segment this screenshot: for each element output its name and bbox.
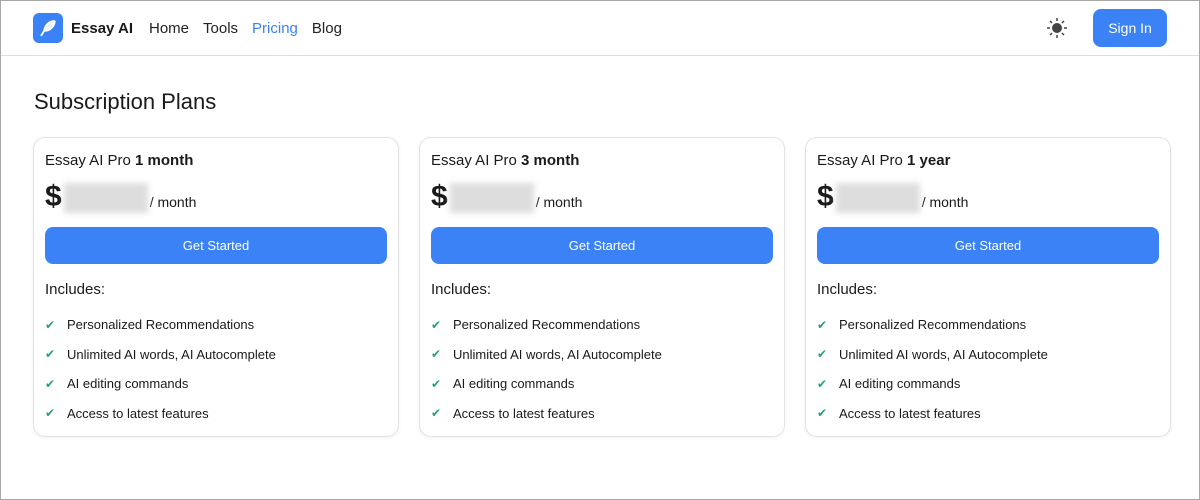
check-icon: ✔	[45, 347, 56, 362]
feature-item: ✔ Personalized Recommendations	[45, 310, 387, 340]
feature-text: Personalized Recommendations	[453, 317, 641, 333]
check-icon: ✔	[431, 406, 442, 421]
feature-item: ✔ Personalized Recommendations	[817, 310, 1159, 340]
nav-home[interactable]: Home	[149, 20, 189, 37]
feature-text: Unlimited AI words, AI Autocomplete	[453, 346, 662, 362]
includes-label: Includes:	[817, 281, 878, 298]
feature-list: ✔ Personalized Recommendations ✔ Unlimited …	[817, 310, 1159, 428]
feature-text: Access to latest features	[67, 405, 209, 421]
plan-prefix: Essay AI Pro	[45, 152, 131, 169]
plan-title: Essay AI Pro 1 month	[45, 152, 387, 169]
plan-prefix: Essay AI Pro	[817, 152, 903, 169]
plan-price: $ / month	[45, 179, 387, 213]
feature-text: AI editing commands	[67, 376, 189, 392]
blurred-price-value	[835, 183, 920, 213]
nav-blog[interactable]: Blog	[312, 20, 342, 37]
feature-item: ✔ AI editing commands	[817, 369, 1159, 399]
check-icon: ✔	[45, 317, 56, 332]
feature-text: Personalized Recommendations	[839, 317, 1027, 333]
check-icon: ✔	[817, 376, 828, 391]
check-icon: ✔	[817, 406, 828, 421]
check-icon: ✔	[817, 347, 828, 362]
plan-card: Essay AI Pro 1 month $ / month Get Starte…	[33, 137, 399, 437]
plan-card: Essay AI Pro 3 month $ / month Get Starte…	[419, 137, 785, 437]
blurred-price-value	[449, 183, 534, 213]
check-icon: ✔	[431, 347, 442, 362]
price-period: / month	[149, 194, 197, 210]
feature-text: Access to latest features	[453, 405, 595, 421]
page-title: Subscription Plans	[34, 89, 217, 114]
feature-item: ✔ Access to latest features	[817, 399, 1159, 429]
feature-item: ✔ Unlimited AI words, AI Autocomplete	[45, 340, 387, 370]
get-started-button[interactable]: Get Started	[431, 227, 773, 264]
feature-item: ✔ Unlimited AI words, AI Autocomplete	[431, 340, 773, 370]
feature-item: ✔ Access to latest features	[431, 399, 773, 429]
plan-term: 1 month	[135, 152, 194, 169]
sign-in-button[interactable]: Sign In	[1093, 9, 1167, 47]
feature-list: ✔ Personalized Recommendations ✔ Unlimited …	[45, 310, 387, 428]
includes-label: Includes:	[431, 281, 492, 298]
brand-name[interactable]: Essay AI	[71, 20, 133, 37]
plan-term: 1 year	[907, 152, 951, 169]
plan-title: Essay AI Pro 1 year	[817, 152, 1159, 169]
currency-symbol: $	[45, 180, 62, 213]
feature-list: ✔ Personalized Recommendations ✔ Unlimited …	[431, 310, 773, 428]
feature-text: AI editing commands	[453, 376, 575, 392]
get-started-button[interactable]: Get Started	[817, 227, 1159, 264]
feature-item: ✔ AI editing commands	[45, 369, 387, 399]
feature-text: Unlimited AI words, AI Autocomplete	[839, 346, 1048, 362]
nav-pricing[interactable]: Pricing	[252, 20, 298, 37]
check-icon: ✔	[431, 376, 442, 391]
plan-price: $ / month	[431, 179, 773, 213]
currency-symbol: $	[431, 180, 448, 213]
top-nav: Essay AI Home Tools Pricing Blog Sign In	[1, 1, 1199, 56]
check-icon: ✔	[45, 376, 56, 391]
blurred-price-value	[63, 183, 148, 213]
currency-symbol: $	[817, 180, 834, 213]
plan-card: Essay AI Pro 1 year $ / month Get Started…	[805, 137, 1171, 437]
plan-title: Essay AI Pro 3 month	[431, 152, 773, 169]
feature-item: ✔ Access to latest features	[45, 399, 387, 429]
nav-tools[interactable]: Tools	[203, 20, 238, 37]
check-icon: ✔	[817, 317, 828, 332]
feature-text: Personalized Recommendations	[67, 317, 255, 333]
feature-item: ✔ Unlimited AI words, AI Autocomplete	[817, 340, 1159, 370]
theme-toggle-sun-icon[interactable]	[1047, 18, 1067, 38]
check-icon: ✔	[431, 317, 442, 332]
price-period: / month	[921, 194, 969, 210]
plan-price: $ / month	[817, 179, 1159, 213]
feature-text: Unlimited AI words, AI Autocomplete	[67, 346, 276, 362]
feature-item: ✔ Personalized Recommendations	[431, 310, 773, 340]
get-started-button[interactable]: Get Started	[45, 227, 387, 264]
feature-item: ✔ AI editing commands	[431, 369, 773, 399]
includes-label: Includes:	[45, 281, 106, 298]
plan-cards: Essay AI Pro 1 month $ / month Get Starte…	[33, 137, 1171, 437]
feature-text: AI editing commands	[839, 376, 961, 392]
plan-term: 3 month	[521, 152, 580, 169]
feather-logo-icon[interactable]	[33, 13, 63, 43]
plan-prefix: Essay AI Pro	[431, 152, 517, 169]
feature-text: Access to latest features	[839, 405, 981, 421]
price-period: / month	[535, 194, 583, 210]
check-icon: ✔	[45, 406, 56, 421]
